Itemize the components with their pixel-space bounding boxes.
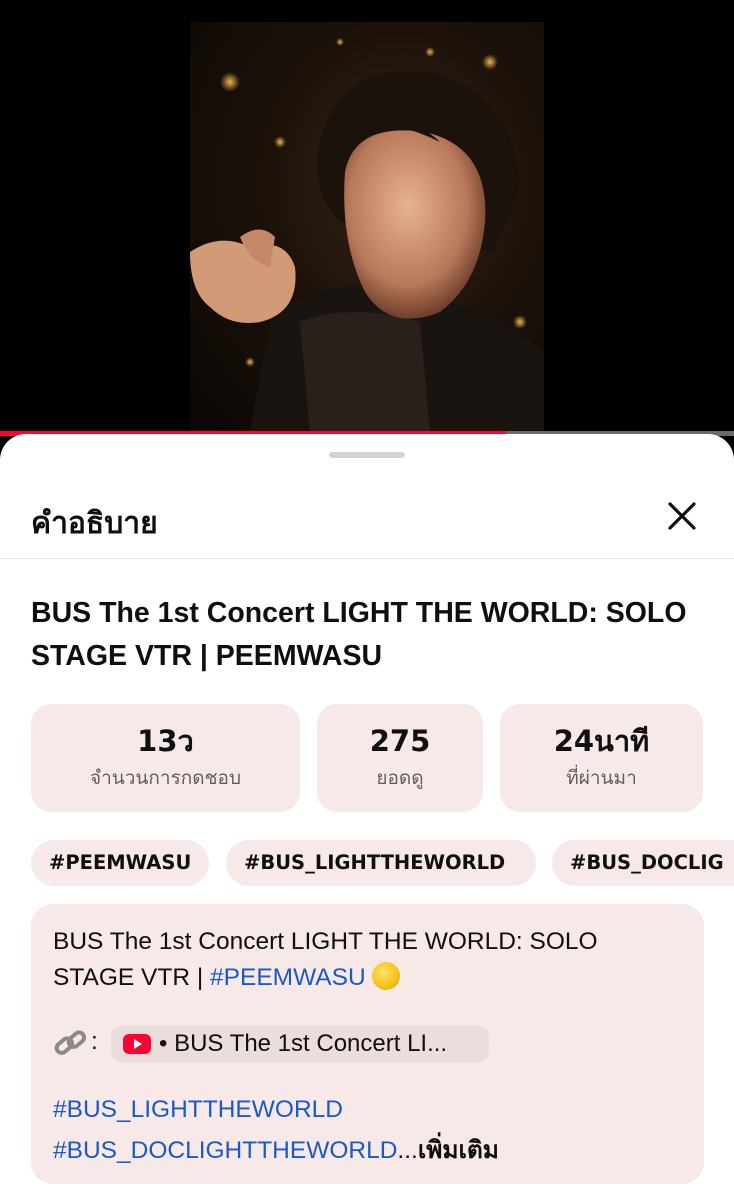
link-colon: : [91, 1028, 98, 1055]
video-player[interactable] [0, 0, 734, 436]
description-line: BUS The 1st Concert LIGHT THE WORLD: SOL… [53, 928, 598, 955]
views-stat: 275 ยอดดู [317, 704, 483, 812]
close-button[interactable] [660, 494, 704, 538]
link-icon [54, 1030, 87, 1055]
hashtag-link[interactable]: #PEEMWASU [210, 964, 366, 991]
hashtag-link[interactable]: #BUS_LIGHTTHEWORLD [53, 1096, 343, 1123]
upload-time-label: ที่ผ่านมา [566, 767, 637, 789]
description-line: STAGE VTR | #PEEMWASU [53, 962, 400, 992]
close-icon [668, 502, 696, 530]
likes-count: 13ว [137, 723, 194, 759]
hashtag-chip[interactable]: #BUS_LIGHTTHEWORLD [226, 840, 536, 886]
video-frame[interactable] [190, 22, 544, 432]
views-label: ยอดดู [376, 767, 424, 789]
sheet-title: คำอธิบาย [31, 506, 158, 541]
description-sheet: คำอธิบาย BUS The 1st Concert LIGHT THE W… [0, 434, 734, 1200]
drag-handle[interactable] [329, 452, 405, 458]
description-line: #BUS_DOCLIGHTTHEWORLD...เพิ่มเติม [53, 1130, 499, 1169]
hashtag-chip[interactable]: #PEEMWASU [31, 840, 209, 886]
hashtag-chip[interactable]: #BUS_DOCLIG [552, 840, 734, 886]
ellipsis: ... [397, 1137, 418, 1164]
full-moon-emoji [371, 962, 400, 990]
hashtag-link[interactable]: #BUS_DOCLIGHTTHEWORLD [53, 1137, 397, 1164]
show-more-button[interactable]: เพิ่มเติม [418, 1137, 499, 1164]
upload-time-value: 24นาที [553, 724, 650, 758]
video-title: BUS The 1st Concert LIGHT THE WORLD: SOL… [31, 597, 687, 672]
description-box[interactable]: BUS The 1st Concert LIGHT THE WORLD: SOL… [31, 904, 704, 1184]
youtube-link-chip[interactable]: • BUS The 1st Concert LI... [111, 1026, 489, 1062]
description-text: STAGE VTR | [53, 964, 211, 991]
likes-label: จำนวนการกดชอบ [89, 767, 242, 789]
upload-time-stat: 24นาที ที่ผ่านมา [500, 704, 703, 812]
likes-stat: 13ว จำนวนการกดชอบ [31, 704, 300, 812]
sheet-header: คำอธิบาย [0, 470, 734, 559]
views-count: 275 [369, 724, 431, 758]
likes-count-unit: ว [177, 724, 194, 758]
likes-count-number: 13 [137, 724, 178, 758]
youtube-icon [123, 1034, 151, 1054]
description-line: #BUS_LIGHTTHEWORLD [53, 1096, 343, 1124]
link-chip-text: • BUS The 1st Concert LI... [159, 1030, 448, 1057]
hashtag-chips: #PEEMWASU #BUS_LIGHTTHEWORLD #BUS_DOCLIG [31, 840, 734, 886]
video-thumbnail [190, 38, 544, 432]
